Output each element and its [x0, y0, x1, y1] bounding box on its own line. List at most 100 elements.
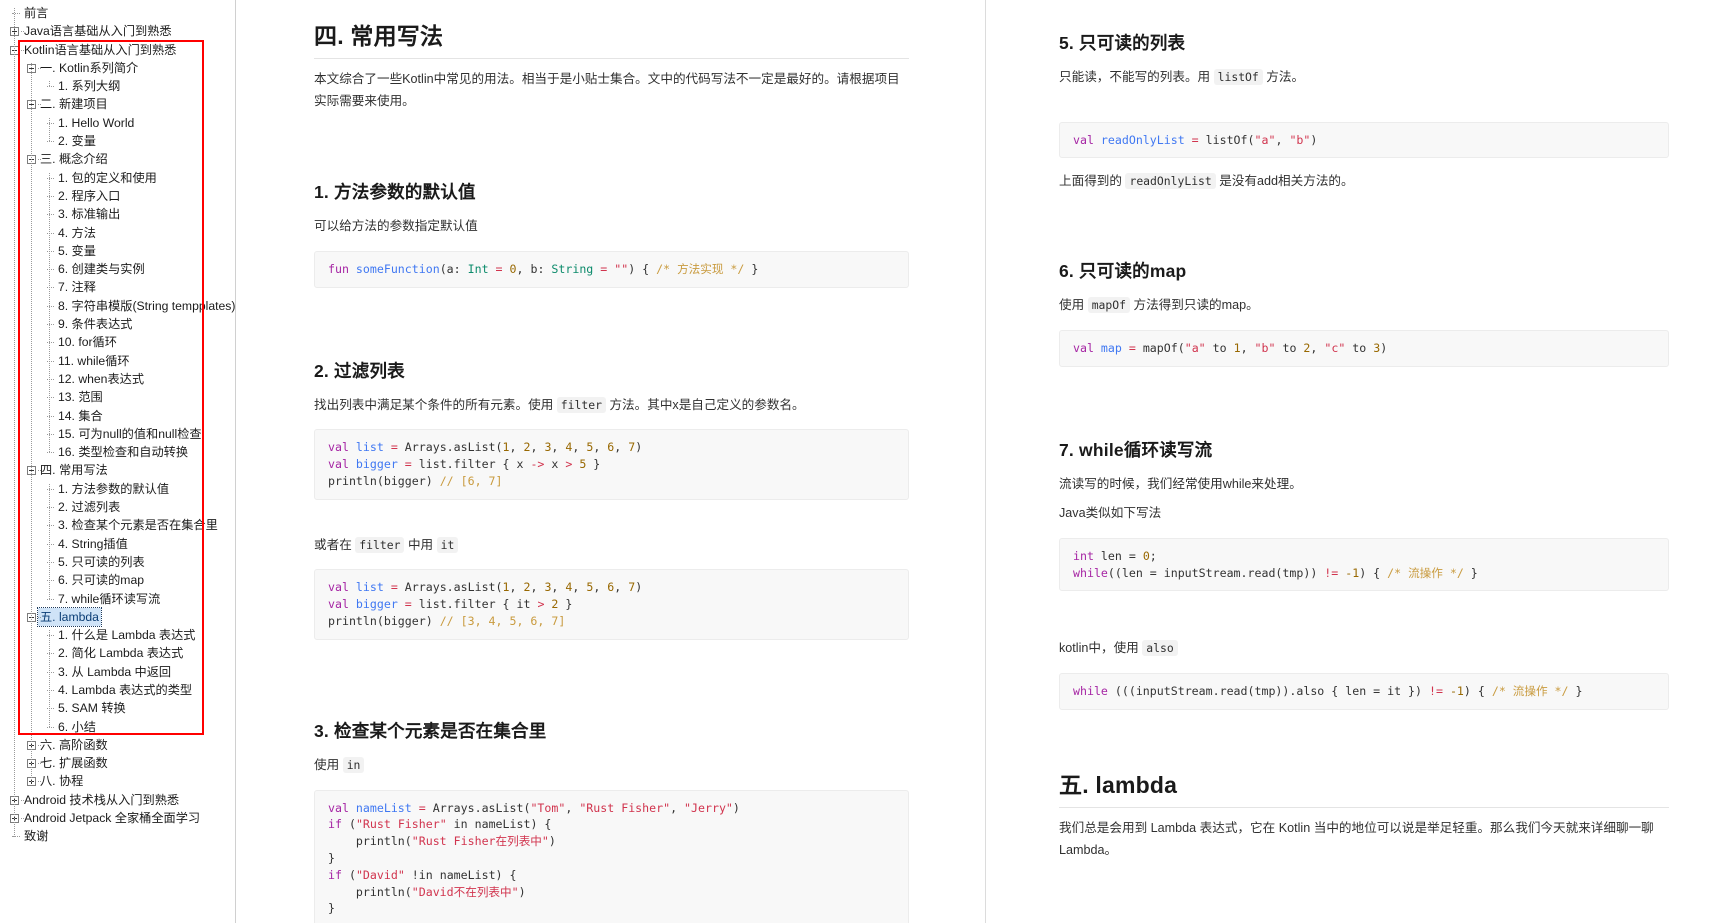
code-token: /* 方法实现 */ — [656, 262, 744, 276]
tree-connector — [38, 470, 41, 471]
code-token — [1443, 684, 1450, 698]
toc-item[interactable]: 2. 简化 Lambda 表达式 — [0, 644, 235, 662]
code-token: = — [1185, 133, 1206, 147]
tree-connector — [47, 599, 54, 600]
code-token: list.filter { it — [419, 597, 538, 611]
toc-item[interactable]: 10. for循环 — [0, 333, 235, 351]
toc-item[interactable]: 15. 可为null的值和null检查 — [0, 425, 235, 443]
toc-item[interactable]: 9. 条件表达式 — [0, 315, 235, 333]
toc-item[interactable]: 八. 协程 — [0, 772, 235, 790]
toc-item-label: 2. 简化 Lambda 表达式 — [56, 644, 185, 662]
code-token: , — [614, 440, 628, 454]
section-2-text-b: 方法。其中x是自己定义的参数名。 — [609, 398, 804, 412]
toc-item[interactable]: 前言 — [0, 4, 235, 22]
toc-item[interactable]: 2. 程序入口 — [0, 187, 235, 205]
toc-item[interactable]: 6. 创建类与实例 — [0, 260, 235, 278]
code-token: int — [1073, 549, 1101, 563]
code-token: while — [1073, 684, 1115, 698]
inline-code-listof: listOf — [1214, 69, 1263, 85]
tree-connector — [38, 159, 41, 160]
toc-item-label: 4. Lambda 表达式的类型 — [56, 681, 194, 699]
toc-item[interactable]: 致谢 — [0, 827, 235, 845]
toc-item[interactable]: 11. while循环 — [0, 352, 235, 370]
code-token: ) — [733, 801, 740, 815]
code-token: if — [328, 868, 349, 882]
toc-item-label: 六. 高阶函数 — [38, 736, 110, 754]
toc-item[interactable]: 二. 新建项目 — [0, 95, 235, 113]
toc-item[interactable]: 1. 包的定义和使用 — [0, 169, 235, 187]
section-6-text: 使用 mapOf 方法得到只读的map。 — [1059, 295, 1669, 317]
toc-item[interactable]: 七. 扩展函数 — [0, 754, 235, 772]
toc-sidebar[interactable]: 前言Java语言基础从入门到熟悉Kotlin语言基础从入门到熟悉一. Kotli… — [0, 0, 236, 923]
code-token: list — [356, 440, 384, 454]
toc-item[interactable]: 五. lambda — [0, 608, 235, 626]
code-token: val — [1073, 341, 1101, 355]
section-heading-7: 7. while循环读写流 — [1059, 437, 1669, 462]
toc-item[interactable]: 5. 只可读的列表 — [0, 553, 235, 571]
toc-item[interactable]: Android 技术栈从入门到熟悉 — [0, 791, 235, 809]
code-token: , — [551, 580, 565, 594]
toc-item-label: Android Jetpack 全家桶全面学习 — [22, 809, 202, 827]
toc-item[interactable]: 6. 只可读的map — [0, 571, 235, 589]
toc-item[interactable]: 3. 从 Lambda 中返回 — [0, 663, 235, 681]
section-7-text3: kotlin中，使用 also — [1059, 638, 1669, 660]
code-token: , — [510, 580, 524, 594]
toc-item[interactable]: Android Jetpack 全家桶全面学习 — [0, 809, 235, 827]
toc-item[interactable]: 1. 方法参数的默认值 — [0, 480, 235, 498]
code-token: ) — [635, 580, 642, 594]
code-token: , — [510, 440, 524, 454]
code-token: -1 — [1450, 684, 1464, 698]
toc-item[interactable]: 2. 过滤列表 — [0, 498, 235, 516]
toc-item[interactable]: 7. while循环读写流 — [0, 590, 235, 608]
code-token: } — [328, 901, 335, 915]
toc-item[interactable]: 1. 什么是 Lambda 表达式 — [0, 626, 235, 644]
toc-tree[interactable]: 前言Java语言基础从入门到熟悉Kotlin语言基础从入门到熟悉一. Kotli… — [0, 4, 235, 846]
toc-item[interactable]: 一. Kotlin系列简介 — [0, 59, 235, 77]
toc-item[interactable]: 六. 高阶函数 — [0, 736, 235, 754]
toc-item-label: 5. 变量 — [56, 242, 98, 260]
toc-item[interactable]: 6. 小结 — [0, 718, 235, 736]
toc-item-label: 13. 范围 — [56, 388, 105, 406]
code-token: Int — [468, 262, 489, 276]
tree-guide-line — [49, 630, 50, 727]
code-block-readonly-map: val map = mapOf("a" to 1, "b" to 2, "c" … — [1059, 330, 1669, 367]
toc-item[interactable]: 4. 方法 — [0, 224, 235, 242]
toc-item[interactable]: 7. 注释 — [0, 278, 235, 296]
code-token: } — [558, 597, 572, 611]
code-block-readonly-list: val readOnlyList = listOf("a", "b") — [1059, 122, 1669, 159]
toc-item[interactable]: 4. Lambda 表达式的类型 — [0, 681, 235, 699]
inline-code-in: in — [343, 757, 365, 773]
section-2-text: 找出列表中满足某个条件的所有元素。使用 filter 方法。其中x是自己定义的参… — [314, 395, 909, 417]
code-token: println(bigger) — [328, 474, 440, 488]
code-token: 0 — [1143, 549, 1150, 563]
toc-item[interactable]: Kotlin语言基础从入门到熟悉 — [0, 41, 235, 59]
code-token: "Rust Fisher" — [356, 817, 447, 831]
toc-item[interactable]: 2. 变量 — [0, 132, 235, 150]
tree-connector — [21, 50, 24, 51]
toc-item[interactable]: Java语言基础从入门到熟悉 — [0, 22, 235, 40]
toc-item[interactable]: 3. 检查某个元素是否在集合里 — [0, 516, 235, 534]
toc-item[interactable]: 四. 常用写法 — [0, 461, 235, 479]
code-token: ) — [519, 885, 526, 899]
toc-item[interactable]: 16. 类型检查和自动转换 — [0, 443, 235, 461]
toc-item[interactable]: 14. 集合 — [0, 407, 235, 425]
toc-item[interactable]: 8. 字符串模版(String tempplates) — [0, 297, 235, 315]
toc-item[interactable]: 5. 变量 — [0, 242, 235, 260]
toc-item[interactable]: 13. 范围 — [0, 388, 235, 406]
tree-guide-line — [49, 118, 50, 141]
code-token: ) — [549, 834, 556, 848]
code-token: , — [614, 580, 628, 594]
code-token: // [3, 4, 5, 6, 7] — [440, 614, 566, 628]
toc-item[interactable]: 1. 系列大纲 — [0, 77, 235, 95]
code-token: = — [384, 440, 405, 454]
section-6-text-b: 方法得到只读的map。 — [1133, 298, 1258, 312]
toc-item[interactable]: 3. 标准输出 — [0, 205, 235, 223]
code-token: val — [328, 580, 356, 594]
toc-item-label: 8. 字符串模版(String tempplates) — [56, 297, 236, 315]
toc-item[interactable]: 5. SAM 转换 — [0, 699, 235, 717]
toc-item[interactable]: 12. when表达式 — [0, 370, 235, 388]
toc-item[interactable]: 1. Hello World — [0, 114, 235, 132]
code-token: , — [551, 440, 565, 454]
toc-item[interactable]: 4. String插值 — [0, 535, 235, 553]
toc-item[interactable]: 三. 概念介绍 — [0, 150, 235, 168]
